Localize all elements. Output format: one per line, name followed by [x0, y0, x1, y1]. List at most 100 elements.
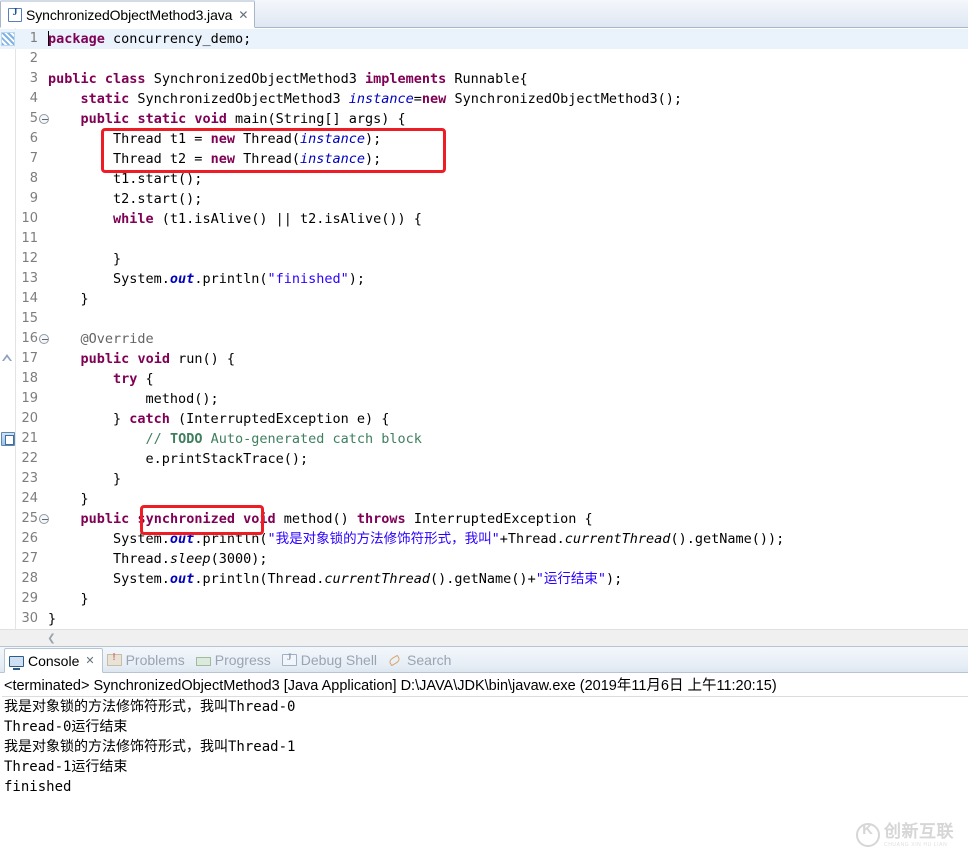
code-line-16[interactable]: 16 @Override: [0, 329, 968, 349]
console-icon: [9, 655, 24, 670]
code-line-2[interactable]: 2: [0, 49, 968, 69]
console-view[interactable]: <terminated> SynchronizedObjectMethod3 […: [0, 673, 968, 858]
code-line-26[interactable]: 26 System.out.println("我是对象锁的方法修饰符形式，我叫"…: [0, 529, 968, 549]
code-text: try {: [113, 371, 154, 387]
code-line-23[interactable]: 23 }: [0, 469, 968, 489]
code-text: Thread t2 = new Thread(instance);: [48, 151, 382, 167]
code-text: System.out.println(Thread.currentThread(…: [48, 571, 623, 587]
eclipse-ide-window: SynchronizedObjectMethod3.java ✕ 1packag…: [0, 0, 968, 859]
code-line-9[interactable]: 9 t2.start();: [0, 189, 968, 209]
code-line-18[interactable]: 18 try {: [0, 369, 968, 389]
line-number: 22: [21, 451, 38, 466]
scroll-left-icon[interactable]: ❮: [43, 630, 60, 647]
line-number: 5: [29, 111, 38, 126]
code-line-13[interactable]: 13 System.out.println("finished");: [0, 269, 968, 289]
line-number: 11: [21, 231, 38, 246]
console-output-line: Thread-0运行结束: [4, 719, 128, 735]
code-line-20[interactable]: 20 } catch (InterruptedException e) {: [0, 409, 968, 429]
line-number: 7: [29, 151, 38, 166]
line-number: 20: [21, 411, 38, 426]
console-output-line: 我是对象锁的方法修饰符形式，我叫Thread-1: [4, 739, 296, 755]
line-number: 24: [21, 491, 38, 506]
view-tab-search[interactable]: Search: [384, 647, 458, 672]
bookmark-marker-icon[interactable]: [1, 32, 15, 46]
code-line-22[interactable]: 22 e.printStackTrace();: [0, 449, 968, 469]
watermark-logo: 创新互联 CHUANG XIN HU LIAN: [856, 818, 960, 852]
code-line-15[interactable]: 15: [0, 309, 968, 329]
code-line-1[interactable]: 1 package concurrency_demo;: [0, 29, 968, 49]
console-launch-header: <terminated> SynchronizedObjectMethod3 […: [2, 676, 968, 697]
code-line-8[interactable]: 8 t1.start();: [0, 169, 968, 189]
code-line-19[interactable]: 19 method();: [0, 389, 968, 409]
todo-marker-icon[interactable]: [1, 432, 15, 446]
code-line-17[interactable]: 17 public void run() {: [0, 349, 968, 369]
close-icon[interactable]: ✕: [238, 9, 248, 21]
line-number: 18: [21, 371, 38, 386]
code-text: t2.start();: [48, 191, 203, 207]
line-number: 12: [21, 251, 38, 266]
code-lines[interactable]: 1 package concurrency_demo; 2 3 public class…: [0, 28, 968, 629]
code-text: }: [48, 491, 89, 507]
code-text: } catch (InterruptedException e) {: [48, 411, 390, 427]
code-text: while (t1.isAlive() || t2.isAlive()) {: [113, 211, 422, 227]
editor-horizontal-scrollbar[interactable]: ❮: [0, 629, 968, 646]
watermark-circle-icon: [856, 821, 880, 847]
view-tab-label: Progress: [214, 651, 271, 668]
code-line-21[interactable]: 21 // TODO Auto-generated catch block: [0, 429, 968, 449]
view-tab-progress[interactable]: Progress: [192, 647, 278, 672]
line-number: 27: [21, 551, 38, 566]
code-line-11[interactable]: 11: [0, 229, 968, 249]
code-text: }: [48, 251, 122, 267]
code-text: static SynchronizedObjectMethod3 instanc…: [80, 91, 683, 107]
debug-shell-icon: [281, 652, 297, 666]
close-icon[interactable]: ✕: [85, 654, 94, 667]
code-line-5[interactable]: 5 public static void main(String[] args)…: [0, 109, 968, 129]
code-text: @Override: [80, 331, 154, 347]
line-number: 23: [21, 471, 38, 486]
code-text: public class SynchronizedObjectMethod3 i…: [48, 71, 528, 87]
code-line-30[interactable]: 30}: [0, 609, 968, 629]
code-text: public static void main(String[] args) {: [80, 111, 406, 127]
search-icon: [388, 653, 403, 667]
line-number: 4: [29, 91, 38, 106]
code-line-27[interactable]: 27 Thread.sleep(3000);: [0, 549, 968, 569]
code-line-14[interactable]: 14 }: [0, 289, 968, 309]
line-number: 8: [29, 171, 38, 186]
line-number: 3: [29, 71, 38, 86]
code-line-10[interactable]: 10 while (t1.isAlive() || t2.isAlive()) …: [0, 209, 968, 229]
watermark-text: 创新互联: [884, 821, 954, 841]
code-text: }: [48, 611, 57, 627]
editor-tab-bar: SynchronizedObjectMethod3.java ✕: [0, 0, 968, 28]
code-line-12[interactable]: 12 }: [0, 249, 968, 269]
code-text: }: [48, 471, 122, 487]
code-line-28[interactable]: 28 System.out.println(Thread.currentThre…: [0, 569, 968, 589]
code-line-3[interactable]: 3 public class SynchronizedObjectMethod3 …: [0, 69, 968, 89]
code-line-6[interactable]: 6 Thread t1 = new Thread(instance);: [0, 129, 968, 149]
java-source-editor[interactable]: 1 package concurrency_demo; 2 3 public class…: [0, 28, 968, 646]
view-tab-console[interactable]: Console ✕: [4, 648, 103, 673]
line-number: 6: [29, 131, 38, 146]
code-text: System.out.println("我是对象锁的方法修饰符形式，我叫"+Th…: [48, 531, 785, 547]
view-tab-debug-shell[interactable]: Debug Shell: [278, 647, 384, 672]
line-number: 14: [21, 291, 38, 306]
console-output-line: Thread-1运行结束: [4, 759, 128, 775]
line-number: 29: [21, 591, 38, 606]
code-line-4[interactable]: 4 static SynchronizedObjectMethod3 insta…: [0, 89, 968, 109]
code-text: method();: [48, 391, 219, 407]
code-text: Thread t1 = new Thread(instance);: [48, 131, 382, 147]
code-line-24[interactable]: 24 }: [0, 489, 968, 509]
line-number: 30: [21, 611, 38, 626]
line-number: 28: [21, 571, 38, 586]
code-text: public void run() {: [80, 351, 235, 367]
code-line-25[interactable]: 25 public synchronized void method() thr…: [0, 509, 968, 529]
editor-tab-synchronizedobjectmethod3[interactable]: SynchronizedObjectMethod3.java ✕: [0, 0, 256, 28]
code-text: Thread.sleep(3000);: [48, 551, 268, 567]
code-line-29[interactable]: 29 }: [0, 589, 968, 609]
code-line-7[interactable]: 7 Thread t2 = new Thread(instance);: [0, 149, 968, 169]
line-number: 15: [21, 311, 38, 326]
bottom-view-stack: Console ✕ Problems Progress Debug Shell Searc…: [0, 646, 968, 858]
code-text: e.printStackTrace();: [48, 451, 309, 467]
override-marker-icon[interactable]: [2, 354, 12, 361]
console-output: 我是对象锁的方法修饰符形式，我叫Thread-0 Thread-0运行结束 我是对象…: [2, 697, 968, 797]
view-tab-problems[interactable]: Problems: [103, 647, 192, 672]
